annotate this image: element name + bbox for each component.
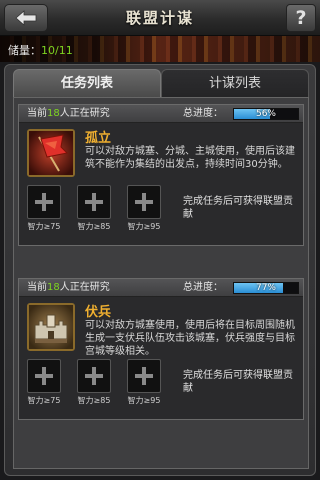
researching-prefix: 当前 [27,108,47,119]
tab-bar: 任务列表 计谋列表 [13,69,309,97]
researching-prefix: 当前 [27,282,47,293]
researching-suffix: 人正在研究 [59,108,110,119]
plus-icon [135,193,153,211]
help-button[interactable]: ? [286,4,316,32]
tab-strategy-list[interactable]: 计谋列表 [161,69,309,97]
slot-requirement: 智力≥85 [77,396,111,405]
tab-task-list[interactable]: 任务列表 [13,69,161,97]
researching-count: 18 [47,108,60,119]
researching-count: 18 [47,282,60,293]
storage-label: 储量： [8,44,41,57]
task-card: 当前18人正在研究 总进度： 77% 伏兵 可以对敌方城塞使用，使用后将在目标周… [18,278,304,420]
researching-suffix: 人正在研究 [59,282,110,293]
add-general-slot[interactable] [27,185,61,219]
slot-requirement: 智力≥85 [77,222,111,231]
progress-text: 56% [255,109,276,119]
add-general-slot[interactable] [77,185,111,219]
progress-text: 77% [255,283,276,293]
add-general-slot[interactable] [127,359,161,393]
skill-name: 伏兵 [85,305,112,320]
researching-status: 当前18人正在研究 [27,105,110,123]
red-flag-icon[interactable] [27,129,75,177]
reward-text: 完成任务后可获得联盟贡献 [183,370,293,394]
page-title: 联盟计谋 [125,9,194,27]
main-panel: 任务列表 计谋列表 当前18人正在研究 总进度： 56% 孤立 可以对敌方城塞、… [4,64,316,476]
skill-description: 可以对敌方城塞、分城、主城使用，使用后该建筑不能作为集结的出发点，持续时间30分… [85,146,295,170]
add-general-slot[interactable] [27,359,61,393]
storage-count: 10/11 [41,44,73,57]
slot-requirement: 智力≥75 [27,396,61,405]
progress-bar: 77% [233,282,299,294]
reward-text: 完成任务后可获得联盟贡献 [183,196,293,220]
task-card: 当前18人正在研究 总进度： 56% 孤立 可以对敌方城塞、分城、主城使用，使用… [18,104,304,246]
task-card-header: 当前18人正在研究 总进度： 77% [19,279,303,297]
plus-icon [85,193,103,211]
task-list: 当前18人正在研究 总进度： 56% 孤立 可以对敌方城塞、分城、主城使用，使用… [13,97,309,469]
progress-label: 总进度： [183,282,223,293]
plus-icon [85,367,103,385]
storage-readout: 储量：10/11 [8,42,73,58]
add-general-slot[interactable] [77,359,111,393]
banner: 储量：10/11 [0,36,320,62]
task-card-header: 当前18人正在研究 总进度： 56% [19,105,303,123]
slot-requirement: 智力≥75 [27,222,61,231]
plus-icon [35,367,53,385]
skill-description: 可以对敌方城塞使用，使用后将在目标周围随机生成一支伏兵队伍攻击该城塞，伏兵强度与… [85,320,295,357]
progress-bar: 56% [233,108,299,120]
add-general-slot[interactable] [127,185,161,219]
slot-requirement: 智力≥95 [127,222,161,231]
fortress-icon[interactable] [27,303,75,351]
researching-status: 当前18人正在研究 [27,279,110,297]
plus-icon [135,367,153,385]
title-bar: 联盟计谋 ? [0,0,320,36]
progress-label: 总进度： [183,108,223,119]
plus-icon [35,193,53,211]
skill-name: 孤立 [85,131,112,146]
slot-requirement: 智力≥95 [127,396,161,405]
